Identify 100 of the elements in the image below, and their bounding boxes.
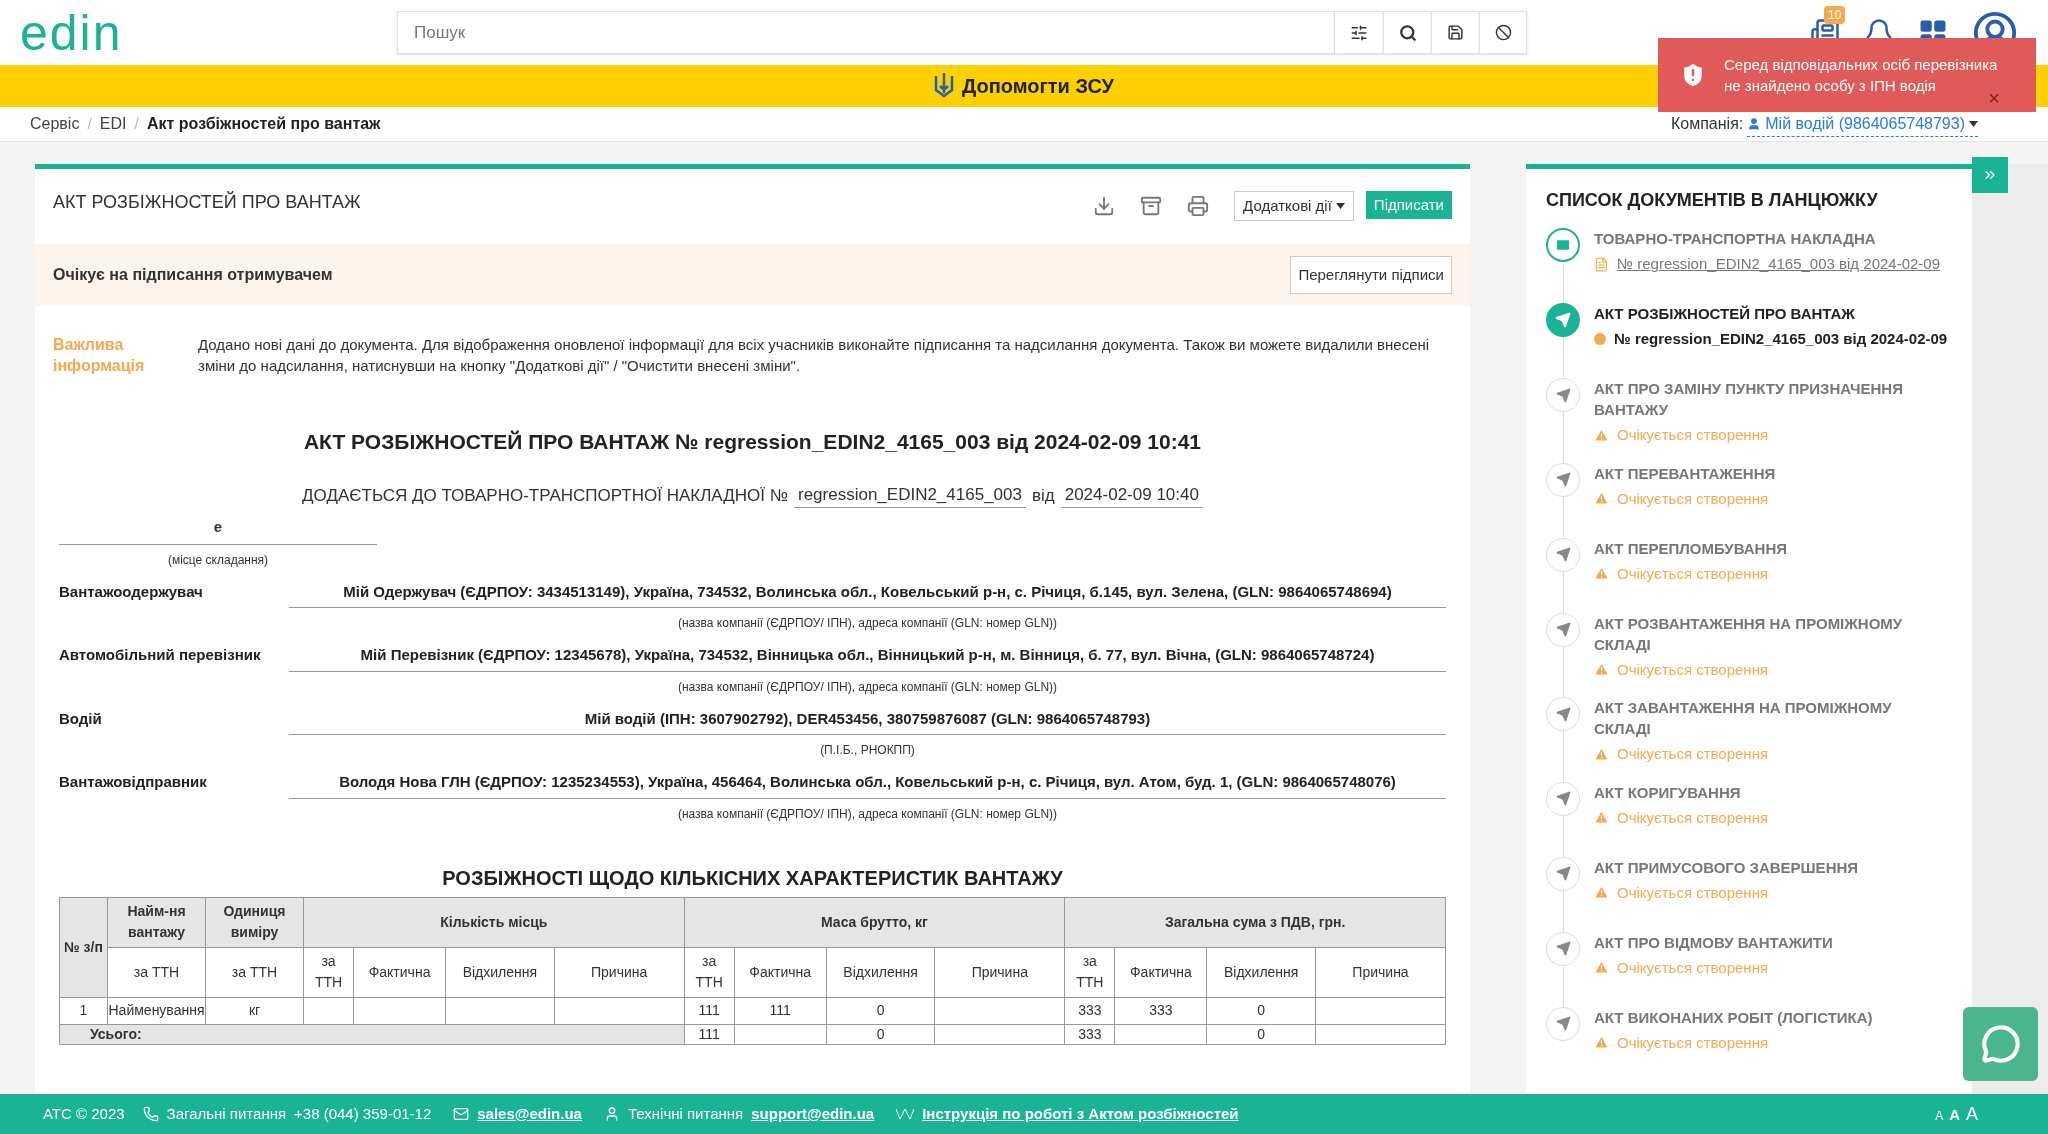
- party-label: Вантажоодержувач: [59, 581, 204, 602]
- chain-document-title[interactable]: АКТ ПРО ЗАМІНУ ПУНКТУ ПРИЗНАЧЕННЯ ВАНТАЖУ: [1594, 378, 1952, 420]
- caret-icon: [1969, 120, 1978, 127]
- trident-icon: [933, 72, 954, 100]
- table-cell: 111: [684, 997, 735, 1024]
- logo[interactable]: edin: [20, 7, 397, 58]
- manual-link[interactable]: Інструкція по роботі з Актом розбіжностей: [922, 1102, 1239, 1126]
- chain-document-title[interactable]: АКТ ВИКОНАНИХ РОБІТ (ЛОГІСТИКА): [1594, 1006, 1873, 1028]
- phone-icon: [142, 1106, 159, 1122]
- support-email-link[interactable]: support@edin.ua: [751, 1102, 875, 1126]
- sliders-icon: [1350, 23, 1368, 42]
- party-value: Мій Одержувач (ЄДРПОУ: 3434513149), Україна, 734532, Волинська обл., Ковельський р-н, с. Річиця, б.145, вул. Зелена, (GLN: 9864065748694): [289, 576, 1446, 608]
- document-number: № regression_EDIN2_4165_003 від 2024-02-09: [1614, 329, 1948, 349]
- font-size-button[interactable]: A: [1935, 1106, 1944, 1125]
- party-caption: (назва компанії (ЄДРПОУ/ ІПН), адреса компанії (GLN: номер GLN)): [676, 678, 1059, 696]
- column-header: Відхилення: [826, 947, 935, 997]
- download-icon[interactable]: [1093, 195, 1116, 217]
- column-header: Відхилення: [445, 947, 555, 997]
- document-icon: [1594, 256, 1609, 272]
- chain-document-title[interactable]: АКТ ПЕРЕВАНТАЖЕННЯ: [1594, 462, 1776, 484]
- document-link[interactable]: № regression_EDIN2_4165_003 від 2024-02-09: [1617, 253, 1940, 276]
- font-size-button[interactable]: A: [1966, 1100, 1978, 1128]
- caret-icon: [1335, 203, 1345, 209]
- column-header: за ТТН: [1064, 947, 1115, 997]
- chain-document-title[interactable]: АКТ ПРО ВІДМОВУ ВАНТАЖИТИ: [1594, 931, 1833, 953]
- party-caption: (назва компанії (ЄДРПОУ/ ІПН), адреса компанії (GLN: номер GLN)): [676, 615, 1059, 632]
- warning-icon: [1594, 960, 1609, 976]
- sign-button[interactable]: Підписати: [1365, 191, 1452, 219]
- party-value: Мій водій (ІПН: 3607902792), DER453456, 380759876087 (GLN: 9864065748793): [289, 703, 1446, 735]
- chain-document-title[interactable]: АКТ ЗАВАНТАЖЕННЯ НА ПРОМІЖНОМУ СКЛАДІ: [1594, 697, 1952, 739]
- search-icon: [1398, 23, 1417, 42]
- clear-button[interactable]: [1479, 11, 1527, 54]
- breadcrumb-separator: /: [134, 114, 139, 134]
- column-header: Фактична: [1114, 947, 1207, 997]
- party-label: Автомобільний перевізник: [59, 645, 262, 665]
- archive-icon[interactable]: [1140, 195, 1163, 217]
- place-value: е: [59, 516, 377, 545]
- chain-document-title[interactable]: АКТ ПЕРЕПЛОМБУВАННЯ: [1594, 537, 1788, 559]
- search-field[interactable]: Пошук: [397, 11, 1335, 54]
- column-group-header: Загальна сума з ПДВ, грн.: [1064, 897, 1446, 947]
- column-header: Причина: [1315, 947, 1446, 997]
- waybill-date: 2024-02-09 10:40: [1060, 481, 1203, 508]
- table-cell: 0: [1206, 997, 1316, 1024]
- warning-icon: [1594, 491, 1609, 507]
- warning-icon: [1594, 885, 1609, 901]
- breadcrumb-separator: /: [87, 114, 92, 134]
- person-icon: [1747, 116, 1762, 131]
- status-text: Очікується створення: [1617, 807, 1769, 828]
- table-cell: 0: [826, 997, 935, 1024]
- paper-plane-icon: [1546, 303, 1580, 337]
- tech-questions-label: Технічні питання: [627, 1103, 744, 1124]
- warning-icon: [1594, 810, 1609, 826]
- chat-bubble-icon: [1980, 1024, 2021, 1064]
- table-cell: 1: [59, 997, 108, 1024]
- sales-email-link[interactable]: sales@edin.ua: [477, 1102, 582, 1126]
- save-button[interactable]: [1431, 11, 1479, 54]
- table-cell: 111: [684, 1024, 735, 1044]
- font-size-button[interactable]: A: [1949, 1103, 1960, 1126]
- status-text: Очікується створення: [1617, 659, 1769, 680]
- breadcrumb[interactable]: Сервіс: [30, 112, 80, 136]
- document-title: АКТ РОЗБІЖНОСТЕЙ ПРО ВАНТАЖ: [53, 190, 361, 214]
- status-text: Очікується створення: [1617, 882, 1769, 903]
- table-cell: Найменування: [107, 997, 206, 1024]
- search-button[interactable]: [1383, 11, 1431, 54]
- mail-icon: [453, 1106, 470, 1122]
- column-header: за ТТН: [205, 947, 304, 997]
- table-cell: 0: [826, 1024, 935, 1044]
- chain-document-title[interactable]: АКТ КОРИГУВАННЯ: [1594, 781, 1769, 803]
- printer-icon[interactable]: [1187, 195, 1210, 217]
- column-header: за ТТН: [303, 947, 354, 997]
- chain-document-title[interactable]: АКТ РОЗВАНТАЖЕННЯ НА ПРОМІЖНОМУ СКЛАДІ: [1594, 612, 1952, 655]
- column-header: № з/п: [59, 897, 108, 997]
- column-header: Найм-ня вантажу: [107, 897, 206, 947]
- breadcrumb[interactable]: EDI: [99, 112, 127, 136]
- column-header: Фактична: [734, 947, 827, 997]
- attached-label: ДОДАЄТЬСЯ ДО ТОВАРНО-ТРАНСПОРТНОЇ НАКЛАДНОЇ №: [302, 484, 788, 507]
- chain-document-title[interactable]: АКТ ПРИМУСОВОГО ЗАВЕРШЕННЯ: [1594, 856, 1859, 878]
- view-signatures-button[interactable]: Переглянути підписи: [1290, 256, 1452, 294]
- table-cell: 333: [1114, 997, 1207, 1024]
- warning-icon: [1594, 566, 1609, 582]
- status-text: Очікується створення: [1617, 488, 1769, 509]
- chain-document-title[interactable]: АКТ РОЗБІЖНОСТЕЙ ПРО ВАНТАЖ: [1594, 303, 1948, 324]
- column-header: Відхилення: [1206, 947, 1316, 997]
- party-value: Мій Перевізник (ЄДРПОУ: 12345678), Україна, 734532, Вінницька обл., Вінницький р-н, м. Вінниця, б. 77, вул. Вічна, (GLN: 9864065748724): [289, 640, 1446, 672]
- column-header: Причина: [934, 947, 1065, 997]
- ban-icon: [1494, 24, 1512, 41]
- column-header: Одиниця виміру: [205, 897, 304, 947]
- party-label: Вантажовідправник: [59, 772, 208, 792]
- filter-button[interactable]: [1335, 11, 1383, 54]
- warning-icon: [1594, 1035, 1609, 1051]
- status-text: Очікується створення: [1617, 1032, 1769, 1053]
- more-actions-dropdown[interactable]: Додаткові дії: [1234, 191, 1354, 221]
- party-label: Водій: [59, 708, 103, 729]
- waybill-number: regression_EDIN2_4165_003: [793, 481, 1026, 508]
- place-caption: (місце складання): [166, 551, 270, 569]
- warning-icon: [1594, 746, 1609, 762]
- date-label: від: [1031, 484, 1055, 507]
- chain-document-title[interactable]: ТОВАРНО-ТРАНСПОРТНА НАКЛАДНА: [1594, 228, 1940, 249]
- breadcrumb[interactable]: Акт розбіжностей про вантаж: [147, 112, 381, 136]
- wiki-icon: [896, 1108, 915, 1120]
